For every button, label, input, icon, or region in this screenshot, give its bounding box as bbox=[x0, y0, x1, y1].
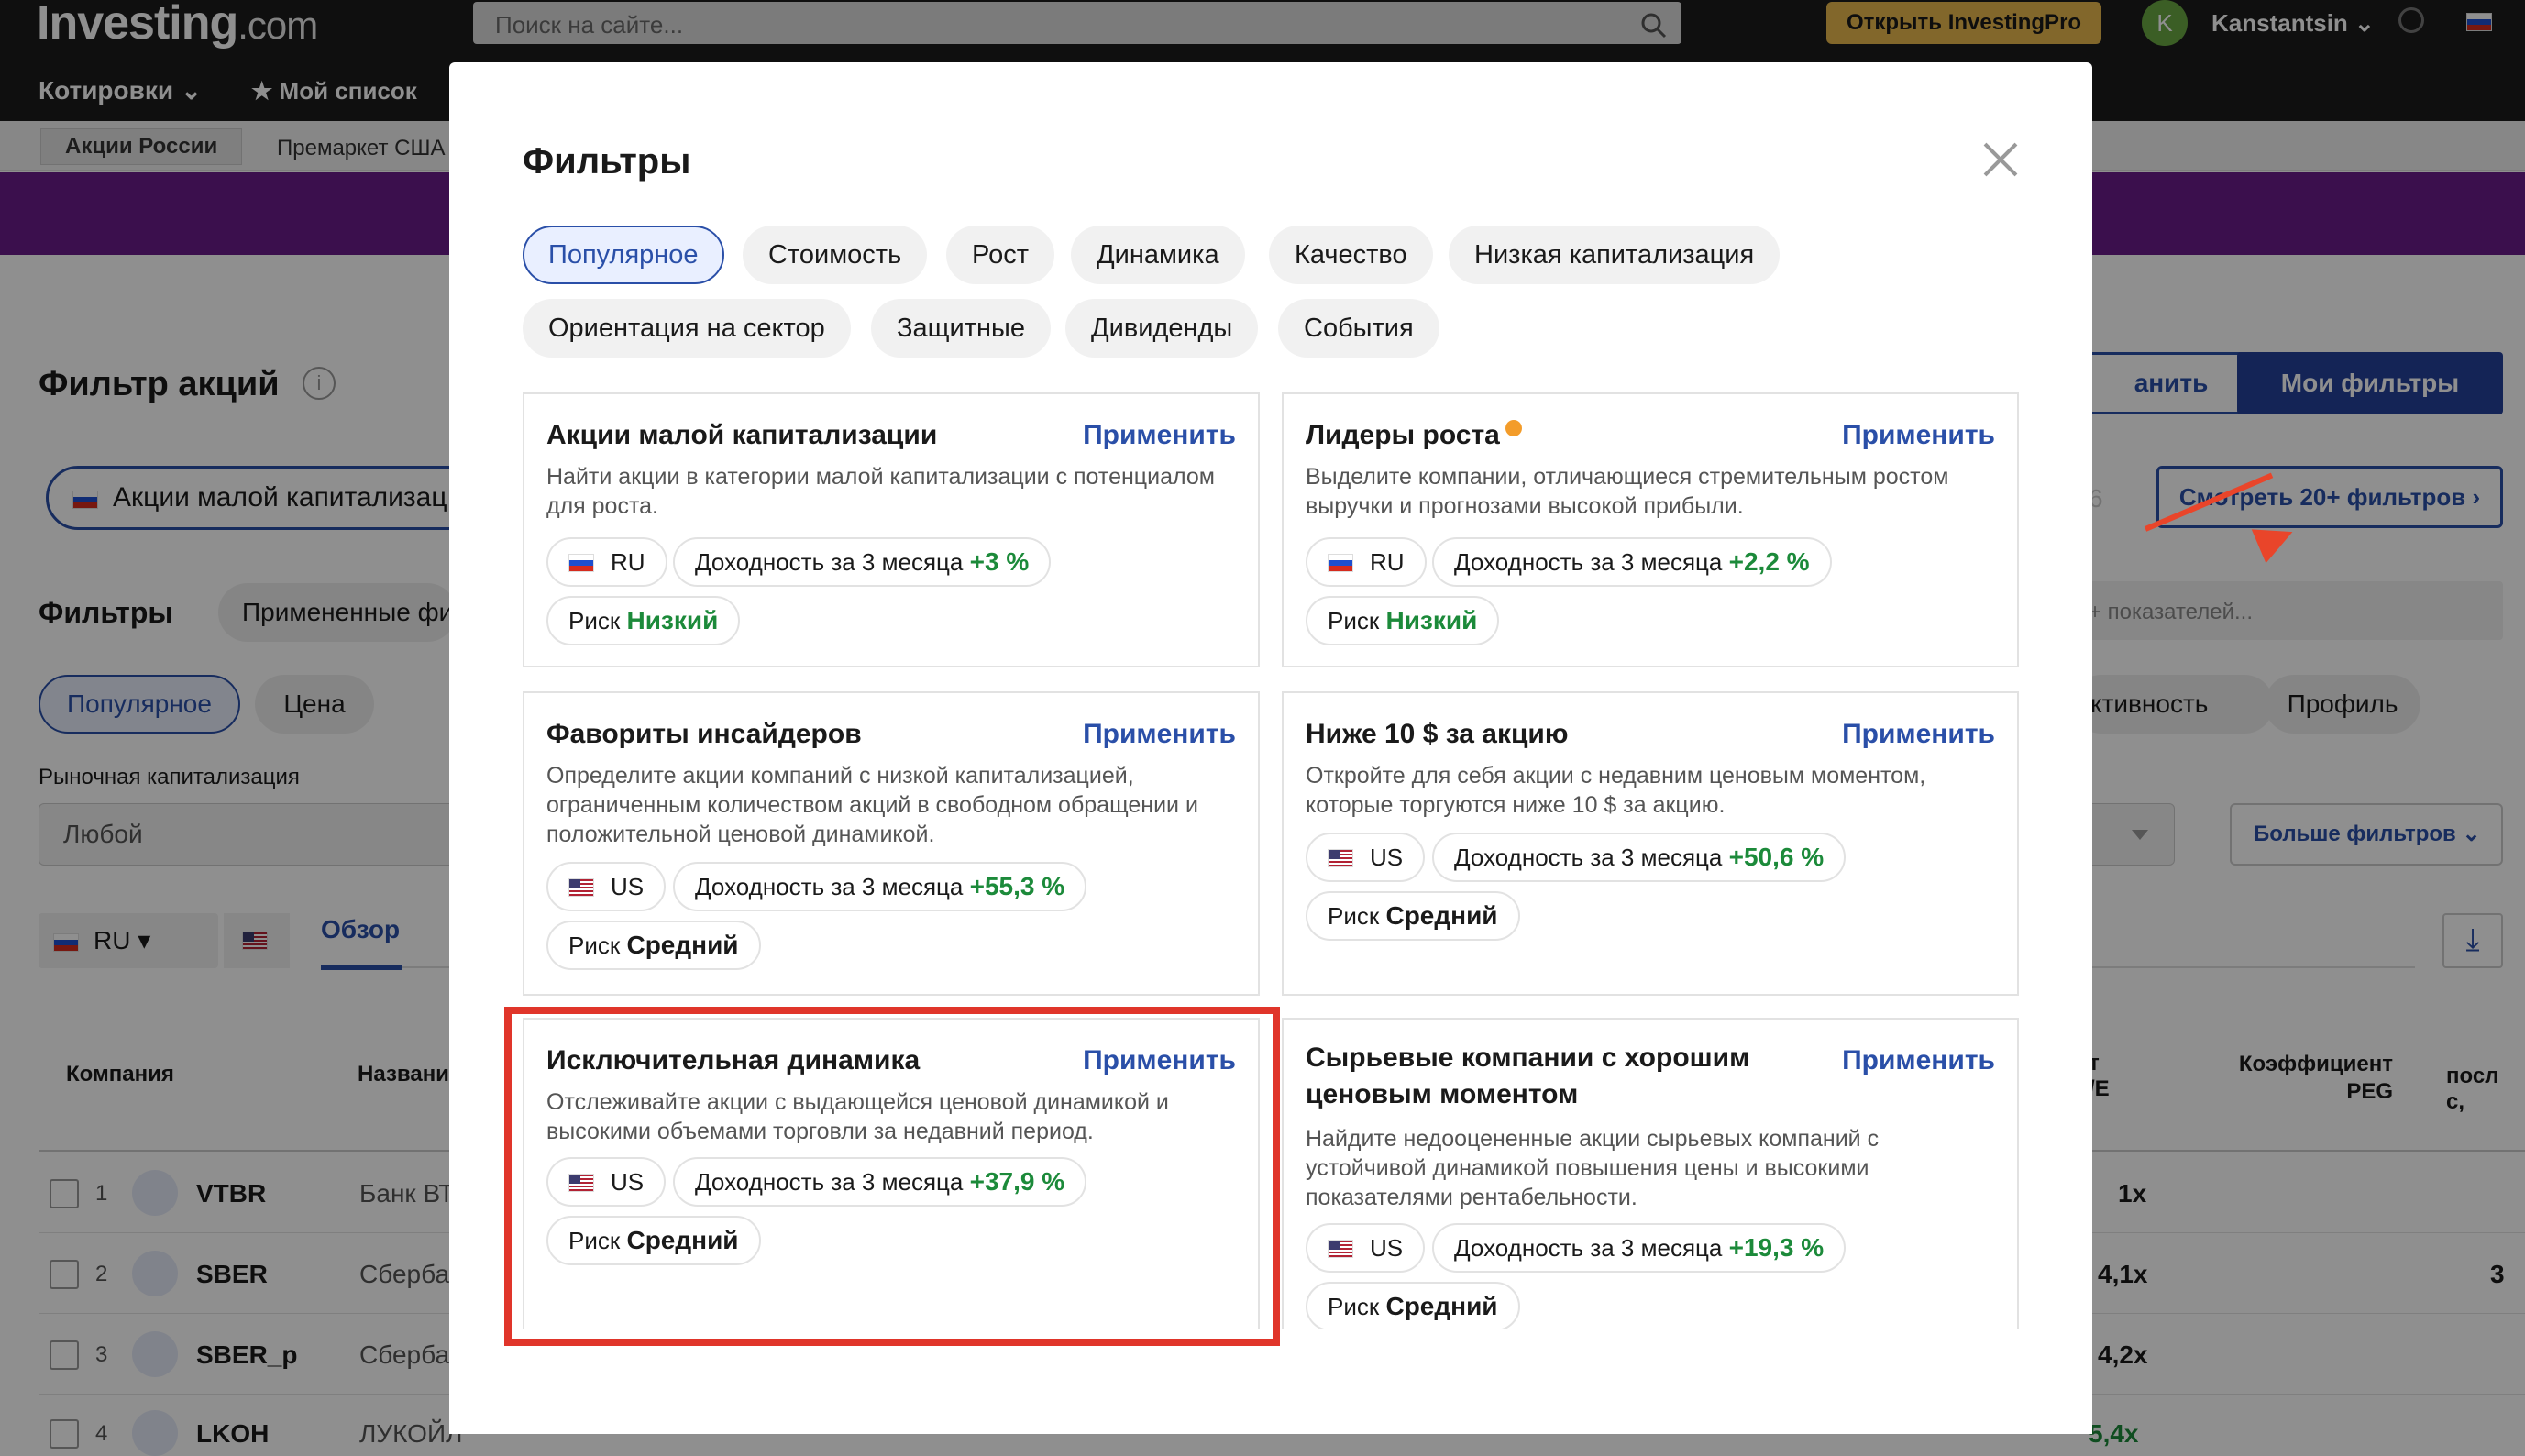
card-description: Выделите компании, отличающиеся стремите… bbox=[1306, 464, 1949, 519]
apply-button[interactable]: Применить bbox=[1083, 420, 1236, 451]
russia-flag-icon bbox=[1328, 554, 1353, 572]
risk-tag: Риск Средний bbox=[1306, 1282, 1520, 1331]
tab-quality[interactable]: Качество bbox=[1269, 226, 1433, 284]
annotation-highlight-box bbox=[504, 1007, 1280, 1346]
card-description: Найдите недооцененные акции сырьевых ком… bbox=[1306, 1126, 1880, 1210]
filter-card: Лидеры роста Применить Выделите компании… bbox=[1282, 392, 2019, 667]
country-tag: RU bbox=[1306, 537, 1427, 587]
modal-title: Фильтры bbox=[523, 141, 691, 182]
pro-icon bbox=[1505, 420, 1522, 436]
tab-sector[interactable]: Ориентация на сектор bbox=[523, 299, 851, 358]
apply-button[interactable]: Применить bbox=[1842, 719, 1995, 750]
card-title: Сырьевые компании с хорошим ценовым моме… bbox=[1306, 1042, 1750, 1109]
card-description: Найти акции в категории малой капитализа… bbox=[546, 464, 1215, 519]
risk-tag: Риск Низкий bbox=[1306, 596, 1500, 645]
country-tag: US bbox=[1306, 833, 1426, 882]
return-tag: Доходность за 3 месяца +55,3 % bbox=[673, 862, 1087, 911]
card-description: Откройте для себя акции с недавним ценов… bbox=[1306, 763, 1926, 818]
filter-card: Ниже 10 $ за акцию Применить Откройте дл… bbox=[1282, 691, 2019, 996]
card-title: Ниже 10 $ за акцию bbox=[1306, 719, 1569, 749]
tab-value[interactable]: Стоимость bbox=[743, 226, 928, 284]
card-title: Фавориты инсайдеров bbox=[546, 719, 862, 749]
risk-tag: Риск Средний bbox=[546, 921, 761, 970]
us-flag-icon bbox=[1328, 1240, 1353, 1258]
card-title: Акции малой капитализации bbox=[546, 420, 938, 450]
card-description: Определите акции компаний с низкой капит… bbox=[546, 763, 1198, 847]
apply-button[interactable]: Применить bbox=[1083, 719, 1236, 750]
tab-popular[interactable]: Популярное bbox=[523, 226, 724, 284]
country-tag: RU bbox=[546, 537, 667, 587]
return-tag: Доходность за 3 месяца +2,2 % bbox=[1432, 537, 1832, 587]
country-tag: US bbox=[1306, 1223, 1426, 1273]
country-tag: US bbox=[546, 862, 667, 911]
us-flag-icon bbox=[1328, 849, 1353, 867]
us-flag-icon bbox=[568, 878, 594, 897]
apply-button[interactable]: Применить bbox=[1842, 1045, 1995, 1076]
filter-card: Фавориты инсайдеров Применить Определите… bbox=[523, 691, 1260, 996]
return-tag: Доходность за 3 месяца +50,6 % bbox=[1432, 833, 1847, 882]
return-tag: Доходность за 3 месяца +3 % bbox=[673, 537, 1052, 587]
tab-momentum[interactable]: Динамика bbox=[1071, 226, 1245, 284]
return-tag: Доходность за 3 месяца +19,3 % bbox=[1432, 1223, 1847, 1273]
risk-tag: Риск Средний bbox=[1306, 891, 1520, 941]
tab-dividends[interactable]: Дивиденды bbox=[1065, 299, 1259, 358]
tab-defensive[interactable]: Защитные bbox=[871, 299, 1051, 358]
filter-card: Акции малой капитализации Применить Найт… bbox=[523, 392, 1260, 667]
apply-button[interactable]: Применить bbox=[1842, 420, 1995, 451]
risk-tag: Риск Низкий bbox=[546, 596, 741, 645]
tab-events[interactable]: События bbox=[1278, 299, 1439, 358]
card-title: Лидеры роста bbox=[1306, 420, 1522, 451]
russia-flag-icon bbox=[568, 554, 594, 572]
tab-growth[interactable]: Рост bbox=[946, 226, 1054, 284]
close-icon[interactable] bbox=[1982, 141, 2019, 178]
tab-small-cap[interactable]: Низкая капитализация bbox=[1449, 226, 1781, 284]
